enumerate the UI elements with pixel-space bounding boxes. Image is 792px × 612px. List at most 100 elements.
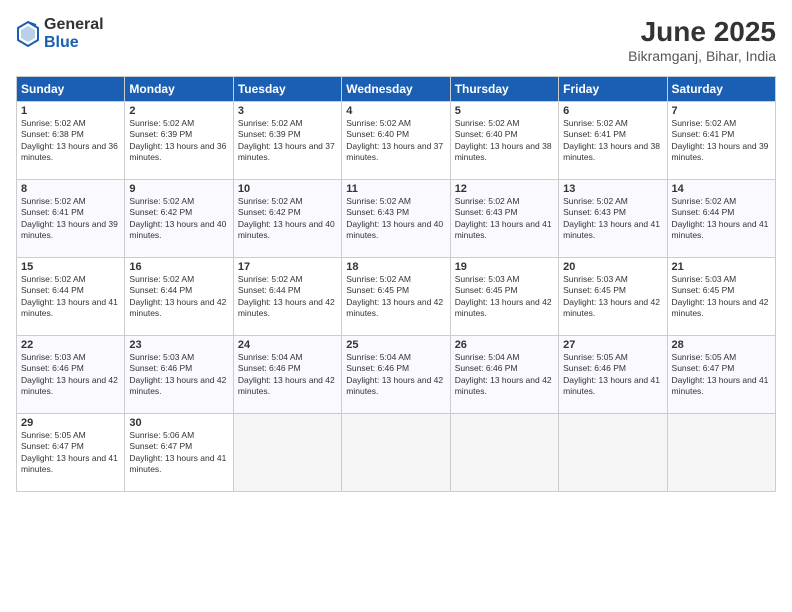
day-info: Sunrise: 5:02 AM Sunset: 6:42 PM Dayligh…: [238, 196, 337, 242]
day-info: Sunrise: 5:02 AM Sunset: 6:43 PM Dayligh…: [455, 196, 554, 242]
table-row: 14 Sunrise: 5:02 AM Sunset: 6:44 PM Dayl…: [667, 180, 775, 258]
day-number: 7: [672, 105, 771, 117]
logo-icon: [16, 20, 40, 48]
day-info: Sunrise: 5:02 AM Sunset: 6:44 PM Dayligh…: [129, 274, 228, 320]
day-number: 14: [672, 183, 771, 195]
calendar-row: 8 Sunrise: 5:02 AM Sunset: 6:41 PM Dayli…: [17, 180, 776, 258]
title-block: June 2025 Bikramganj, Bihar, India: [628, 16, 776, 64]
day-info: Sunrise: 5:02 AM Sunset: 6:40 PM Dayligh…: [455, 118, 554, 164]
day-number: 24: [238, 339, 337, 351]
table-row: 11 Sunrise: 5:02 AM Sunset: 6:43 PM Dayl…: [342, 180, 450, 258]
day-info: Sunrise: 5:02 AM Sunset: 6:40 PM Dayligh…: [346, 118, 445, 164]
day-info: Sunrise: 5:05 AM Sunset: 6:46 PM Dayligh…: [563, 352, 662, 398]
day-info: Sunrise: 5:04 AM Sunset: 6:46 PM Dayligh…: [455, 352, 554, 398]
page: General Blue June 2025 Bikramganj, Bihar…: [0, 0, 792, 612]
table-row: 26 Sunrise: 5:04 AM Sunset: 6:46 PM Dayl…: [450, 336, 558, 414]
table-row: 2 Sunrise: 5:02 AM Sunset: 6:39 PM Dayli…: [125, 102, 233, 180]
day-number: 26: [455, 339, 554, 351]
day-info: Sunrise: 5:04 AM Sunset: 6:46 PM Dayligh…: [238, 352, 337, 398]
table-row: 23 Sunrise: 5:03 AM Sunset: 6:46 PM Dayl…: [125, 336, 233, 414]
day-info: Sunrise: 5:03 AM Sunset: 6:46 PM Dayligh…: [21, 352, 120, 398]
day-number: 21: [672, 261, 771, 273]
day-info: Sunrise: 5:05 AM Sunset: 6:47 PM Dayligh…: [21, 430, 120, 476]
table-row: [559, 414, 667, 492]
day-info: Sunrise: 5:02 AM Sunset: 6:43 PM Dayligh…: [563, 196, 662, 242]
day-info: Sunrise: 5:02 AM Sunset: 6:44 PM Dayligh…: [21, 274, 120, 320]
table-row: 7 Sunrise: 5:02 AM Sunset: 6:41 PM Dayli…: [667, 102, 775, 180]
day-number: 10: [238, 183, 337, 195]
calendar-row: 29 Sunrise: 5:05 AM Sunset: 6:47 PM Dayl…: [17, 414, 776, 492]
day-number: 28: [672, 339, 771, 351]
day-info: Sunrise: 5:02 AM Sunset: 6:43 PM Dayligh…: [346, 196, 445, 242]
table-row: 4 Sunrise: 5:02 AM Sunset: 6:40 PM Dayli…: [342, 102, 450, 180]
day-number: 15: [21, 261, 120, 273]
table-row: [342, 414, 450, 492]
table-row: 12 Sunrise: 5:02 AM Sunset: 6:43 PM Dayl…: [450, 180, 558, 258]
day-number: 18: [346, 261, 445, 273]
col-saturday: Saturday: [667, 77, 775, 102]
logo: General Blue: [16, 16, 104, 51]
col-sunday: Sunday: [17, 77, 125, 102]
day-number: 8: [21, 183, 120, 195]
day-info: Sunrise: 5:06 AM Sunset: 6:47 PM Dayligh…: [129, 430, 228, 476]
table-row: [450, 414, 558, 492]
logo-general-text: General: [44, 16, 104, 34]
table-row: 6 Sunrise: 5:02 AM Sunset: 6:41 PM Dayli…: [559, 102, 667, 180]
table-row: 16 Sunrise: 5:02 AM Sunset: 6:44 PM Dayl…: [125, 258, 233, 336]
day-info: Sunrise: 5:03 AM Sunset: 6:45 PM Dayligh…: [672, 274, 771, 320]
table-row: 24 Sunrise: 5:04 AM Sunset: 6:46 PM Dayl…: [233, 336, 341, 414]
table-row: 30 Sunrise: 5:06 AM Sunset: 6:47 PM Dayl…: [125, 414, 233, 492]
header: General Blue June 2025 Bikramganj, Bihar…: [16, 16, 776, 64]
day-info: Sunrise: 5:03 AM Sunset: 6:46 PM Dayligh…: [129, 352, 228, 398]
day-info: Sunrise: 5:02 AM Sunset: 6:41 PM Dayligh…: [672, 118, 771, 164]
day-number: 19: [455, 261, 554, 273]
table-row: 18 Sunrise: 5:02 AM Sunset: 6:45 PM Dayl…: [342, 258, 450, 336]
day-info: Sunrise: 5:02 AM Sunset: 6:39 PM Dayligh…: [238, 118, 337, 164]
col-wednesday: Wednesday: [342, 77, 450, 102]
day-number: 1: [21, 105, 120, 117]
calendar-table: Sunday Monday Tuesday Wednesday Thursday…: [16, 76, 776, 492]
table-row: 21 Sunrise: 5:03 AM Sunset: 6:45 PM Dayl…: [667, 258, 775, 336]
day-number: 29: [21, 417, 120, 429]
table-row: 8 Sunrise: 5:02 AM Sunset: 6:41 PM Dayli…: [17, 180, 125, 258]
logo-text: General Blue: [44, 16, 104, 51]
day-number: 11: [346, 183, 445, 195]
calendar-row: 22 Sunrise: 5:03 AM Sunset: 6:46 PM Dayl…: [17, 336, 776, 414]
day-number: 12: [455, 183, 554, 195]
day-info: Sunrise: 5:02 AM Sunset: 6:45 PM Dayligh…: [346, 274, 445, 320]
day-number: 3: [238, 105, 337, 117]
table-row: 1 Sunrise: 5:02 AM Sunset: 6:38 PM Dayli…: [17, 102, 125, 180]
day-number: 6: [563, 105, 662, 117]
table-row: 3 Sunrise: 5:02 AM Sunset: 6:39 PM Dayli…: [233, 102, 341, 180]
table-row: [233, 414, 341, 492]
day-number: 17: [238, 261, 337, 273]
table-row: 17 Sunrise: 5:02 AM Sunset: 6:44 PM Dayl…: [233, 258, 341, 336]
table-row: 13 Sunrise: 5:02 AM Sunset: 6:43 PM Dayl…: [559, 180, 667, 258]
location: Bikramganj, Bihar, India: [628, 48, 776, 64]
month-title: June 2025: [628, 16, 776, 48]
day-info: Sunrise: 5:02 AM Sunset: 6:38 PM Dayligh…: [21, 118, 120, 164]
day-number: 22: [21, 339, 120, 351]
table-row: 20 Sunrise: 5:03 AM Sunset: 6:45 PM Dayl…: [559, 258, 667, 336]
day-info: Sunrise: 5:02 AM Sunset: 6:44 PM Dayligh…: [238, 274, 337, 320]
table-row: 27 Sunrise: 5:05 AM Sunset: 6:46 PM Dayl…: [559, 336, 667, 414]
day-number: 23: [129, 339, 228, 351]
col-tuesday: Tuesday: [233, 77, 341, 102]
day-info: Sunrise: 5:02 AM Sunset: 6:39 PM Dayligh…: [129, 118, 228, 164]
day-info: Sunrise: 5:02 AM Sunset: 6:42 PM Dayligh…: [129, 196, 228, 242]
table-row: 19 Sunrise: 5:03 AM Sunset: 6:45 PM Dayl…: [450, 258, 558, 336]
day-info: Sunrise: 5:02 AM Sunset: 6:41 PM Dayligh…: [21, 196, 120, 242]
table-row: 29 Sunrise: 5:05 AM Sunset: 6:47 PM Dayl…: [17, 414, 125, 492]
day-number: 16: [129, 261, 228, 273]
logo-blue-text: Blue: [44, 34, 104, 52]
day-number: 27: [563, 339, 662, 351]
day-number: 13: [563, 183, 662, 195]
calendar-header-row: Sunday Monday Tuesday Wednesday Thursday…: [17, 77, 776, 102]
table-row: 22 Sunrise: 5:03 AM Sunset: 6:46 PM Dayl…: [17, 336, 125, 414]
col-friday: Friday: [559, 77, 667, 102]
day-number: 25: [346, 339, 445, 351]
col-thursday: Thursday: [450, 77, 558, 102]
table-row: 28 Sunrise: 5:05 AM Sunset: 6:47 PM Dayl…: [667, 336, 775, 414]
col-monday: Monday: [125, 77, 233, 102]
day-info: Sunrise: 5:04 AM Sunset: 6:46 PM Dayligh…: [346, 352, 445, 398]
